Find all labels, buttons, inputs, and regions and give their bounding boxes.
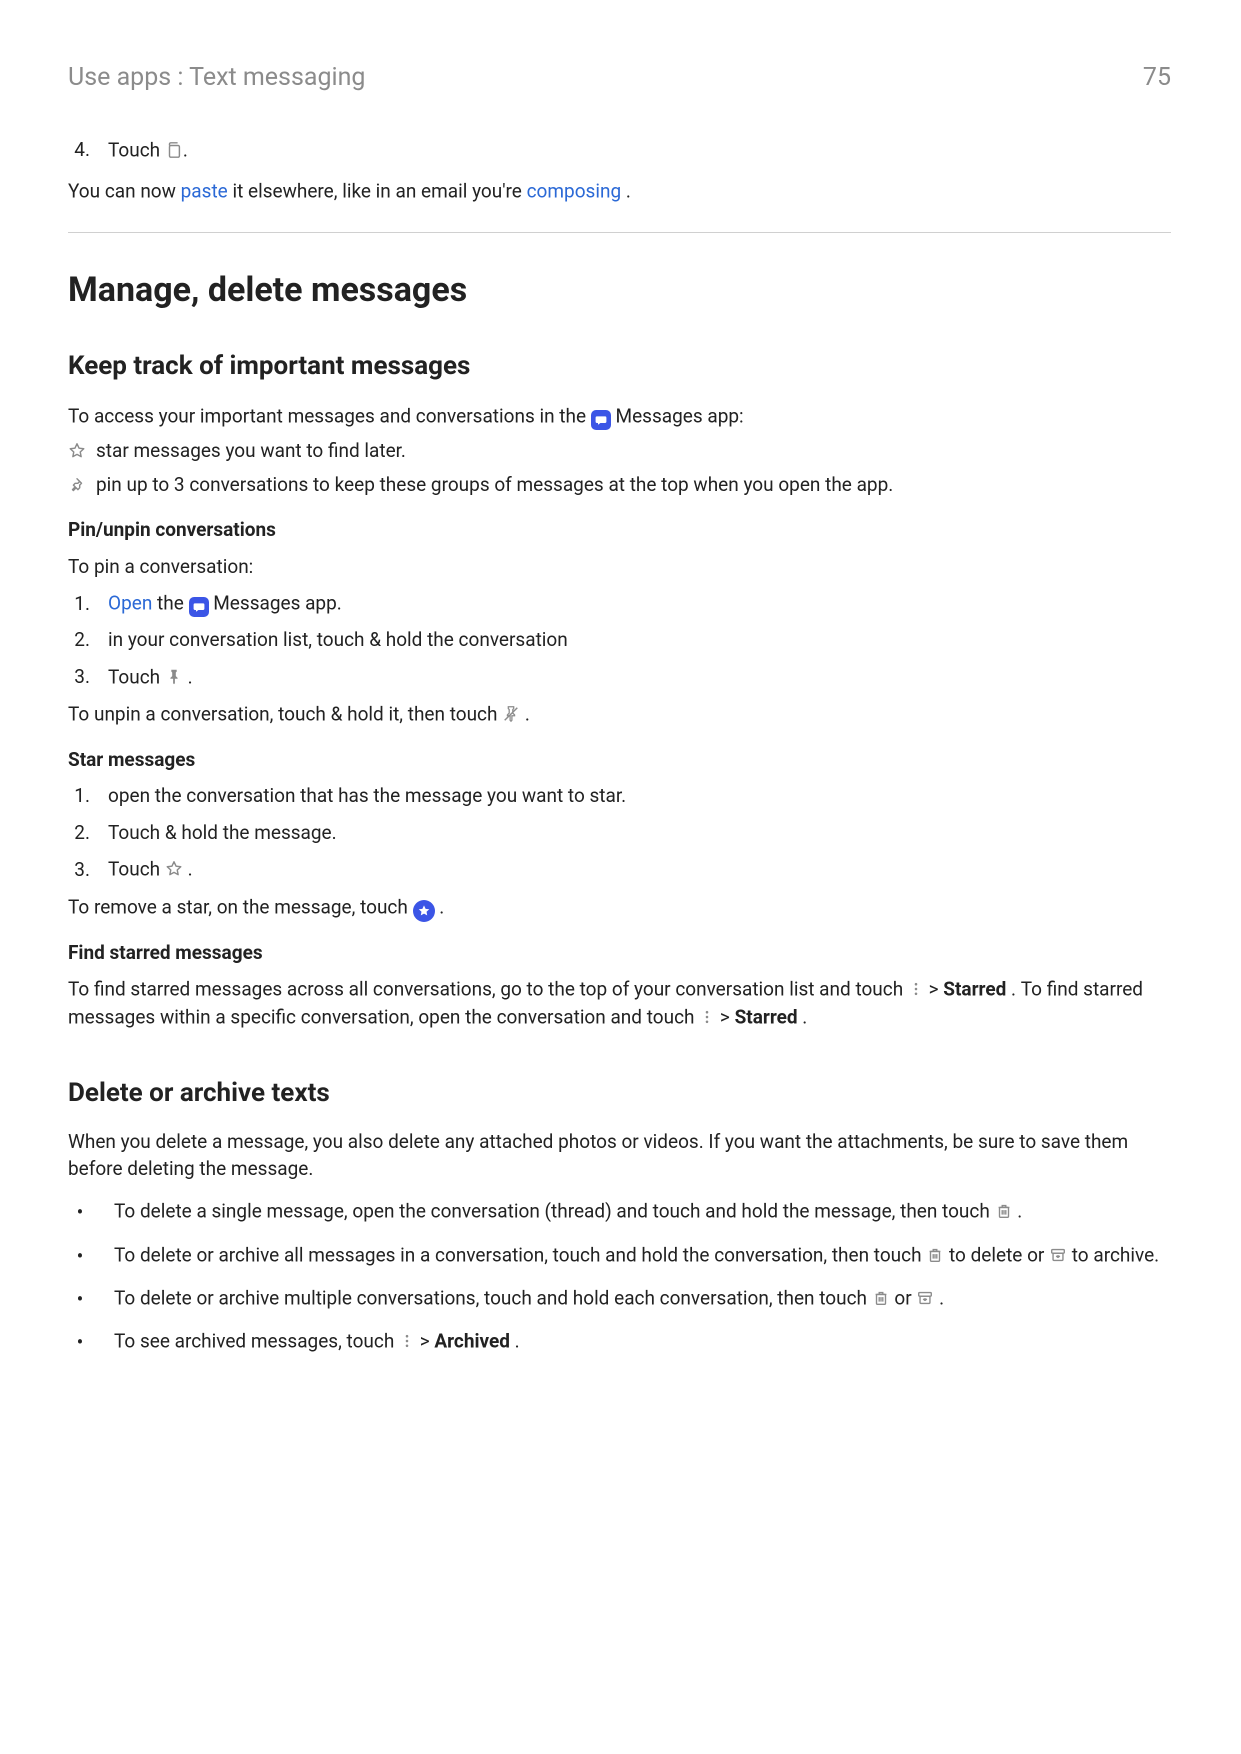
page-header: Use apps : Text messaging 75 (68, 60, 1171, 95)
paste-link[interactable]: paste (181, 180, 228, 203)
list-item: 2. Touch & hold the message. (68, 820, 1171, 847)
pin-intro: To pin a conversation: (68, 554, 1171, 581)
find-starred-heading: Find starred messages (68, 940, 1171, 967)
trash-icon (926, 1246, 944, 1264)
page-title: Manage, delete messages (68, 267, 1171, 315)
remove-star-paragraph: To remove a star, on the message, touch … (68, 895, 444, 918)
step-number: 4. (68, 137, 90, 164)
step-4: 4. Touch . (68, 137, 1171, 164)
star-filled-icon (413, 900, 435, 922)
messages-app-icon (591, 410, 611, 430)
star-outline-icon (165, 860, 183, 878)
step-text: Touch . (108, 137, 188, 164)
keep-heading: Keep track of important messages (68, 348, 1171, 384)
composing-link[interactable]: composing (527, 180, 622, 203)
star-hint-row: star messages you want to find later. (68, 438, 1171, 465)
star-steps: 1. open the conversation that has the me… (68, 783, 1171, 883)
more-icon (399, 1333, 415, 1349)
star-messages-heading: Star messages (68, 747, 1171, 774)
more-icon (699, 1009, 715, 1025)
star-hint-text: star messages you want to find later. (96, 438, 406, 465)
pin-hint-text: pin up to 3 conversations to keep these … (96, 472, 893, 499)
pin-icon (165, 668, 183, 686)
delete-heading: Delete or archive texts (68, 1075, 1171, 1111)
list-item: • To delete or archive all messages in a… (68, 1242, 1171, 1269)
list-item: 3. Touch . (68, 856, 1171, 883)
find-starred-all: To find starred messages across all conv… (68, 977, 1021, 1000)
trash-icon (995, 1202, 1013, 1220)
open-link[interactable]: Open (108, 592, 152, 615)
unpin-icon (502, 705, 520, 723)
star-outline-icon (68, 442, 86, 460)
messages-app-icon (189, 597, 209, 617)
list-item: • To delete a single message, open the c… (68, 1198, 1171, 1225)
keep-intro: To access your important messages and co… (68, 404, 744, 427)
list-item: 1. Open the Messages app. (68, 590, 1171, 617)
unpin-paragraph: To unpin a conversation, touch & hold it… (68, 702, 530, 725)
pin-outline-icon (68, 477, 86, 495)
archive-icon (916, 1289, 934, 1307)
list-item: • To delete or archive multiple conversa… (68, 1285, 1171, 1312)
copy-icon (165, 141, 183, 159)
trash-icon (872, 1289, 890, 1307)
list-item: 2. in your conversation list, touch & ho… (68, 627, 1171, 654)
section-divider (68, 232, 1171, 233)
pin-hint-row: pin up to 3 conversations to keep these … (68, 472, 1171, 499)
paste-paragraph: You can now paste it elsewhere, like in … (68, 179, 631, 202)
archive-icon (1049, 1246, 1067, 1264)
list-item: 1. open the conversation that has the me… (68, 783, 1171, 810)
pin-steps: 1. Open the Messages app. 2. in your con… (68, 590, 1171, 691)
delete-bullets: • To delete a single message, open the c… (68, 1198, 1171, 1355)
more-icon (908, 981, 924, 997)
breadcrumb: Use apps : Text messaging (68, 60, 365, 95)
delete-intro: When you delete a message, you also dele… (68, 1129, 1171, 1182)
list-item: • To see archived messages, touch > Arch… (68, 1328, 1171, 1355)
page-number: 75 (1143, 60, 1171, 95)
pin-unpin-heading: Pin/unpin conversations (68, 517, 1171, 544)
list-item: 3. Touch . (68, 664, 1171, 691)
